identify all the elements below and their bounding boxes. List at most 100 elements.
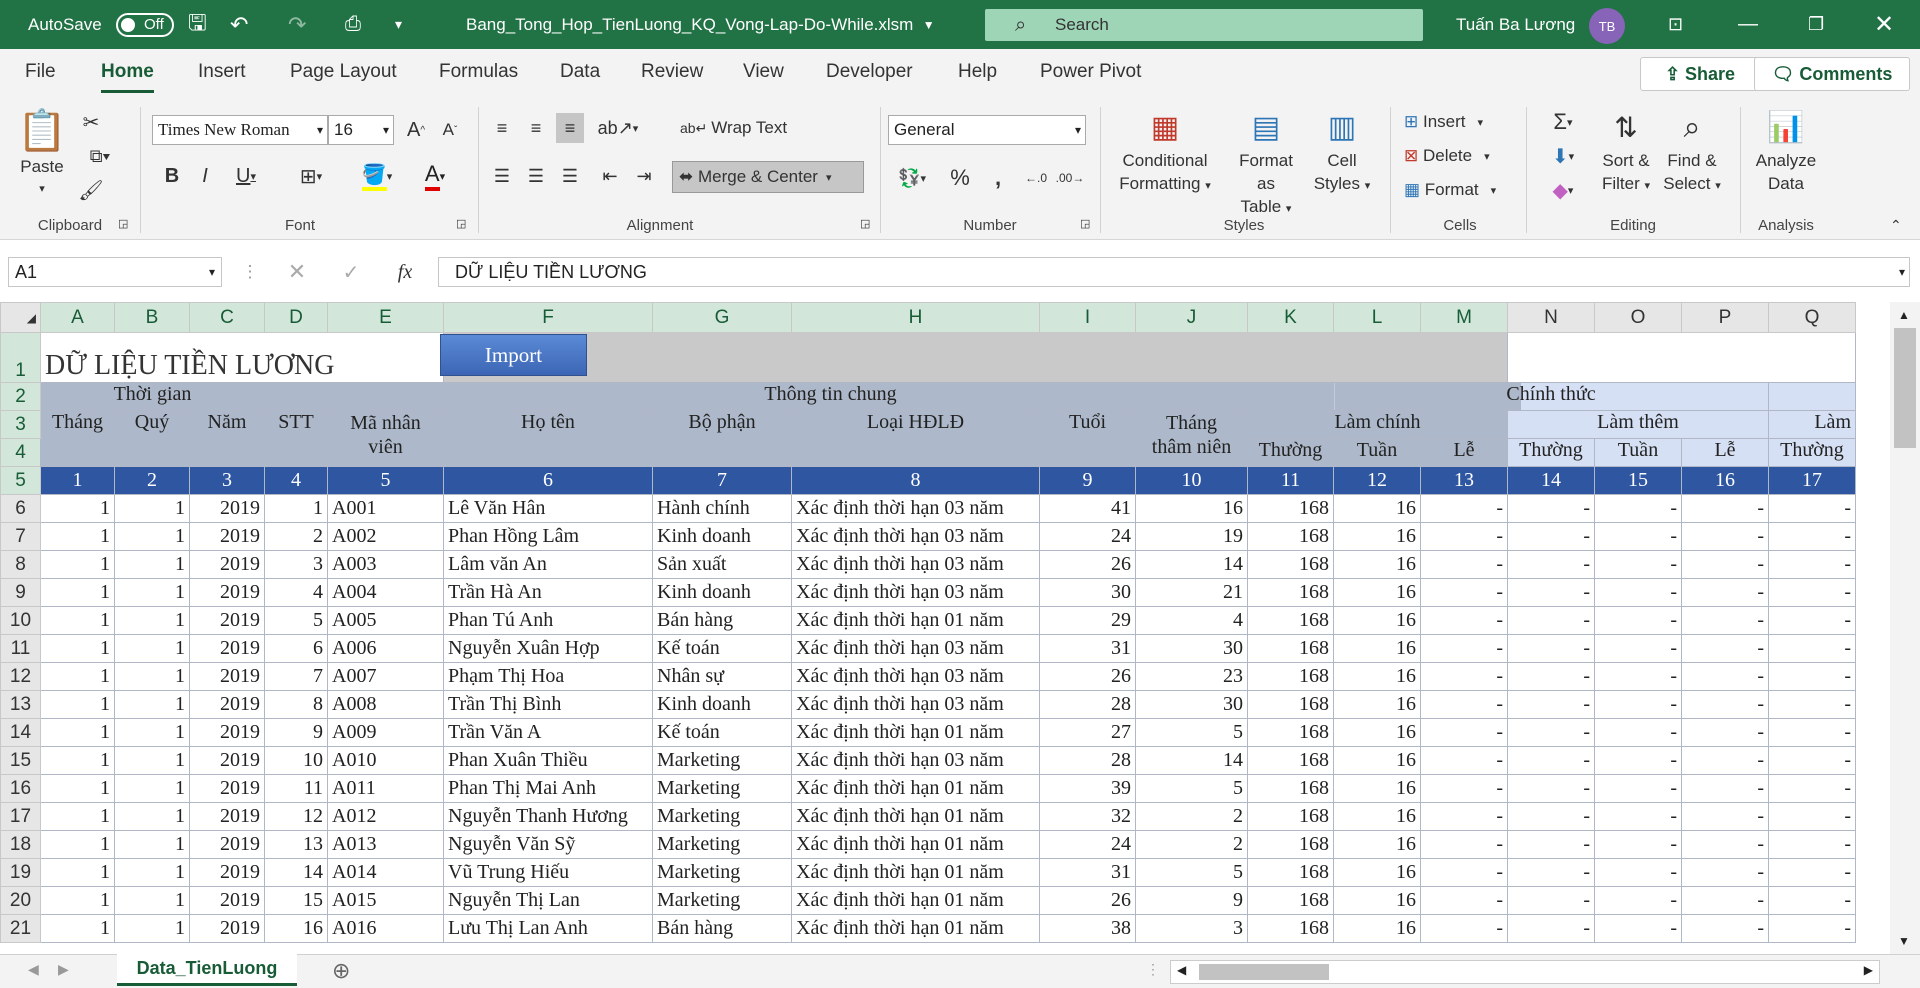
tab-review[interactable]: Review [641, 61, 703, 83]
tab-file[interactable]: File [25, 61, 56, 83]
row-header[interactable]: 11 [0, 634, 41, 663]
table-cell[interactable]: - [1420, 578, 1508, 607]
table-cell[interactable]: Phạm Thị Hoa [443, 662, 653, 691]
table-cell[interactable]: - [1420, 606, 1508, 635]
table-cell[interactable]: Xác định thời hạn 01 năm [791, 830, 1040, 859]
table-cell[interactable]: 2019 [189, 494, 265, 523]
table-cell[interactable]: 38 [1039, 914, 1136, 943]
table-cell[interactable]: - [1507, 802, 1595, 831]
col-header-f[interactable]: F [443, 302, 653, 333]
table-cell[interactable]: 1 [114, 886, 190, 915]
table-cell[interactable]: - [1594, 578, 1682, 607]
row-header[interactable]: 7 [0, 522, 41, 551]
table-cell[interactable]: 5 [1135, 718, 1248, 747]
print-preview-icon[interactable]: ⎙ [345, 0, 361, 49]
table-cell[interactable]: 1 [114, 858, 190, 887]
scroll-down-icon[interactable]: ▼ [1898, 934, 1910, 948]
row-header[interactable]: 19 [0, 858, 41, 887]
table-cell[interactable]: - [1420, 830, 1508, 859]
table-cell[interactable]: - [1507, 718, 1595, 747]
table-cell[interactable]: 8 [264, 690, 328, 719]
table-cell[interactable]: 168 [1247, 578, 1334, 607]
table-cell[interactable]: 16 [1333, 886, 1421, 915]
table-cell[interactable]: - [1420, 914, 1508, 943]
table-cell[interactable]: 1 [114, 718, 190, 747]
dialog-launcher-icon[interactable]: ◲ [456, 217, 466, 230]
col-header-n[interactable]: N [1507, 302, 1595, 333]
increase-font-icon[interactable]: A ^ [402, 115, 430, 145]
table-cell[interactable]: A008 [327, 690, 444, 719]
table-cell[interactable]: - [1594, 774, 1682, 803]
tab-help[interactable]: Help [958, 61, 997, 83]
table-cell[interactable]: - [1681, 718, 1769, 747]
table-cell[interactable]: 1 [40, 550, 115, 579]
insert-function-icon[interactable]: fx [390, 257, 420, 287]
orientation-icon[interactable]: ab↗ ▾ [594, 113, 642, 143]
table-cell[interactable]: 1 [40, 718, 115, 747]
file-name[interactable]: Bang_Tong_Hop_TienLuong_KQ_Vong-Lap-Do-W… [466, 0, 935, 49]
table-cell[interactable]: 2019 [189, 690, 265, 719]
col-header-k[interactable]: K [1247, 302, 1334, 333]
table-cell[interactable]: 39 [1039, 774, 1136, 803]
table-cell[interactable]: 31 [1039, 634, 1136, 663]
row-header-3[interactable]: 3 [0, 410, 41, 439]
table-cell[interactable]: Phan Xuân Thiều [443, 746, 653, 775]
table-cell[interactable]: Lê Văn Hân [443, 494, 653, 523]
font-size-select[interactable]: 16 ▾ [328, 115, 394, 145]
table-cell[interactable]: - [1768, 634, 1856, 663]
table-cell[interactable]: - [1594, 662, 1682, 691]
table-cell[interactable]: 16 [1333, 634, 1421, 663]
table-cell[interactable]: - [1681, 802, 1769, 831]
decrease-decimal-icon[interactable]: .00→ [1054, 163, 1086, 193]
table-cell[interactable]: 2019 [189, 746, 265, 775]
table-cell[interactable]: 16 [1333, 606, 1421, 635]
table-cell[interactable]: - [1768, 830, 1856, 859]
table-cell[interactable]: - [1681, 914, 1769, 943]
col-header-a[interactable]: A [40, 302, 115, 333]
table-cell[interactable]: 168 [1247, 886, 1334, 915]
table-cell[interactable]: 168 [1247, 830, 1334, 859]
scroll-up-icon[interactable]: ▲ [1898, 308, 1910, 322]
table-cell[interactable]: 168 [1247, 914, 1334, 943]
table-cell[interactable]: 16 [1135, 494, 1248, 523]
table-cell[interactable]: A011 [327, 774, 444, 803]
format-painter-icon[interactable]: 🖌 [78, 177, 104, 203]
table-cell[interactable]: - [1594, 690, 1682, 719]
table-cell[interactable]: 168 [1247, 746, 1334, 775]
table-cell[interactable]: 2019 [189, 718, 265, 747]
table-cell[interactable]: - [1768, 606, 1856, 635]
table-cell[interactable]: - [1420, 718, 1508, 747]
table-cell[interactable]: 9 [264, 718, 328, 747]
table-cell[interactable]: 16 [1333, 522, 1421, 551]
table-cell[interactable]: 2 [1135, 830, 1248, 859]
table-cell[interactable]: 1 [40, 886, 115, 915]
table-cell[interactable]: - [1768, 550, 1856, 579]
table-cell[interactable]: Kinh doanh [652, 690, 792, 719]
table-cell[interactable]: - [1768, 774, 1856, 803]
table-cell[interactable]: 29 [1039, 606, 1136, 635]
table-cell[interactable]: - [1681, 746, 1769, 775]
table-cell[interactable]: 41 [1039, 494, 1136, 523]
table-cell[interactable]: A012 [327, 802, 444, 831]
table-cell[interactable]: 21 [1135, 578, 1248, 607]
table-cell[interactable]: 1 [114, 914, 190, 943]
dialog-launcher-icon[interactable]: ◲ [1080, 217, 1090, 230]
table-cell[interactable]: 16 [1333, 578, 1421, 607]
table-cell[interactable]: - [1768, 802, 1856, 831]
table-cell[interactable]: Vũ Trung Hiếu [443, 858, 653, 887]
table-cell[interactable]: Sản xuất [652, 550, 792, 579]
table-cell[interactable]: - [1768, 522, 1856, 551]
table-cell[interactable]: 1 [40, 830, 115, 859]
table-cell[interactable]: 2019 [189, 578, 265, 607]
row-header[interactable]: 6 [0, 494, 41, 523]
table-cell[interactable]: 1 [114, 550, 190, 579]
table-cell[interactable]: - [1594, 830, 1682, 859]
autosave-toggle[interactable]: Off [108, 0, 174, 49]
table-cell[interactable]: 1 [114, 774, 190, 803]
table-cell[interactable]: Phan Tú Anh [443, 606, 653, 635]
table-cell[interactable]: 19 [1135, 522, 1248, 551]
table-cell[interactable]: 10 [264, 746, 328, 775]
table-cell[interactable]: - [1594, 886, 1682, 915]
table-cell[interactable]: 1 [40, 690, 115, 719]
column-number-cell[interactable]: 10 [1135, 466, 1248, 495]
